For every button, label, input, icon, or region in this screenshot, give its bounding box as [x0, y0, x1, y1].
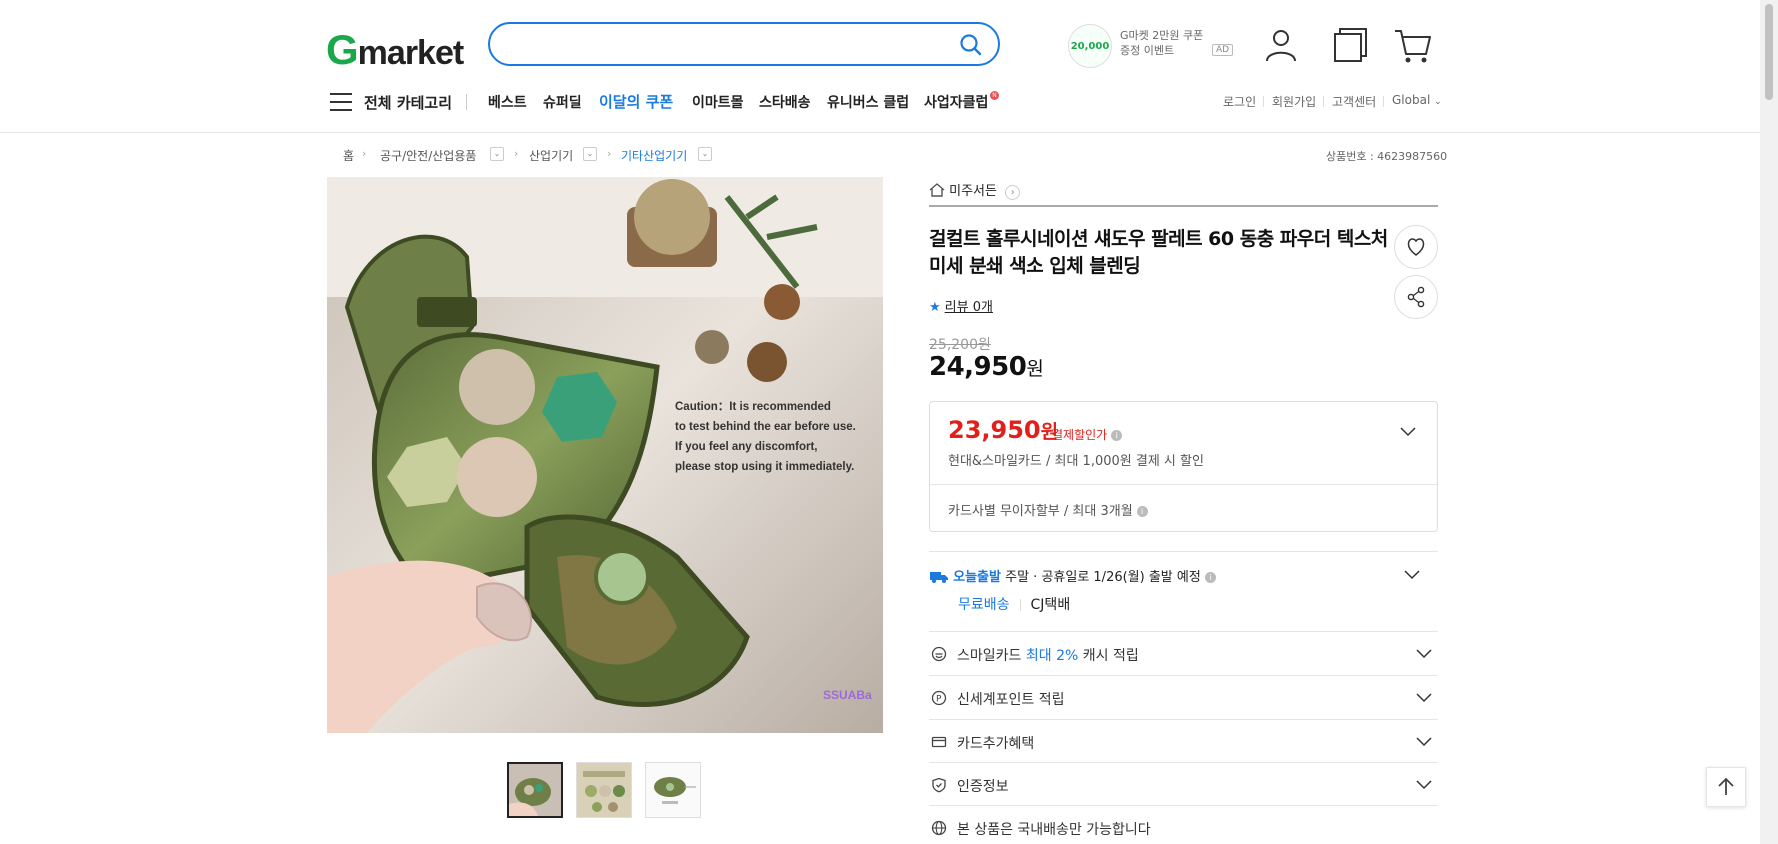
discount-tag: 결제할인가 i	[1052, 426, 1123, 443]
chevron-down-icon[interactable]	[1404, 567, 1420, 581]
coupon-icon: 20,000	[1068, 24, 1112, 68]
ad-line-2: 증정 이벤트	[1120, 44, 1175, 57]
point-icon: P	[931, 690, 947, 706]
arrow-up-icon	[1718, 777, 1734, 795]
chevron-down-icon	[1416, 690, 1432, 708]
globe-icon	[931, 820, 947, 836]
review-count: 리뷰 0개	[944, 300, 993, 315]
image-caption-line: please stop using it immediately.	[675, 461, 854, 473]
chevron-down-icon	[1416, 734, 1432, 752]
courier: CJ택배	[1030, 597, 1071, 613]
shipping-info: 오늘출발 주말 · 공휴일로 1/26(월) 출발 예정 i	[929, 566, 1216, 588]
chevron-right-icon: ›	[514, 147, 519, 160]
thumbnail-1[interactable]	[507, 762, 563, 818]
image-caption-line: Caution：It is recommended	[675, 401, 831, 413]
breadcrumb-dropdown-icon[interactable]: ⌄	[583, 147, 597, 161]
chevron-right-icon: ›	[362, 147, 367, 160]
ad-line-1: G마켓 2만원 쿠폰	[1120, 29, 1204, 42]
shipping-schedule: 주말 · 공휴일로 1/26(월) 출발 예정	[1005, 570, 1201, 585]
share-icon[interactable]	[1394, 275, 1438, 319]
search-input[interactable]	[510, 33, 930, 55]
nav-item-best[interactable]: 베스트	[488, 92, 527, 112]
nav-divider	[466, 94, 467, 110]
hamburger-icon	[330, 93, 352, 111]
image-watermark: SSUABa	[823, 688, 872, 702]
shipping-method: 무료배송 CJ택배	[958, 594, 1070, 614]
nav-item-business-club[interactable]: 사업자클럽	[924, 92, 988, 112]
wishlist-heart-icon[interactable]	[1394, 225, 1438, 269]
product-main-image[interactable]: Caution：It is recommended to test behind…	[327, 177, 883, 733]
breadcrumb-home[interactable]: 홈	[343, 147, 354, 164]
image-caption-line: to test behind the ear before use.	[675, 421, 856, 433]
home-icon	[929, 183, 945, 201]
search-bar[interactable]	[488, 22, 1000, 66]
nav-item-superdeal[interactable]: 슈퍼딜	[543, 92, 582, 112]
login-link[interactable]: 로그인	[1223, 93, 1256, 110]
chevron-down-icon	[1416, 777, 1432, 795]
breadcrumb-dropdown-icon[interactable]: ⌄	[490, 147, 504, 161]
cart-icon[interactable]	[1394, 26, 1432, 64]
nav-item-monthly-coupon[interactable]: 이달의 쿠폰	[599, 91, 673, 112]
smile-icon	[931, 646, 947, 662]
chevron-down-icon: ⌄	[1434, 97, 1442, 107]
global-dropdown[interactable]: Global ⌄	[1392, 93, 1442, 107]
customer-center-link[interactable]: 고객센터	[1332, 93, 1376, 110]
seller-link[interactable]: 미주서든 ›	[929, 180, 1021, 201]
chevron-down-icon[interactable]	[1400, 424, 1416, 438]
my-account-icon[interactable]	[1262, 26, 1300, 64]
thumbnail-3[interactable]	[645, 762, 701, 818]
all-categories-label: 전체 카테고리	[364, 94, 453, 112]
recent-items-icon[interactable]	[1332, 26, 1370, 64]
breadcrumb-item[interactable]: 산업기기	[529, 147, 573, 164]
review-link[interactable]: ★ 리뷰 0개	[929, 296, 993, 315]
new-badge: N	[990, 91, 999, 100]
signup-link[interactable]: 회원가입	[1272, 93, 1316, 110]
nav-item-universe-club[interactable]: 유니버스 클럽	[827, 92, 909, 112]
benefit-ssg-point[interactable]: P 신세계포인트 적립	[929, 678, 1438, 718]
product-number: 상품번호 : 4623987560	[1326, 150, 1448, 163]
sale-price: 24,950원	[929, 352, 1044, 382]
card-discount-desc: 현대&스마일카드 / 최대 1,000원 결제 시 할인	[948, 454, 1204, 469]
ad-badge: AD	[1212, 44, 1234, 56]
thumbnail-2[interactable]	[576, 762, 632, 818]
benefit-smile-card[interactable]: 스마일카드 최대 2% 캐시 적립	[929, 634, 1438, 674]
nav-item-emart[interactable]: 이마트몰	[692, 92, 744, 112]
image-caption-line: If you feel any discomfort,	[675, 441, 818, 453]
info-icon[interactable]: i	[1111, 430, 1123, 441]
header-divider	[0, 132, 1760, 133]
chevron-right-icon: ›	[1005, 185, 1021, 200]
benefit-card-extra[interactable]: 카드추가혜택	[929, 722, 1438, 762]
product-title: 걸컬트 홀루시네이션 섀도우 팔레트 60 동충 파우더 텍스처 미세 분쇄 색…	[929, 228, 1388, 277]
today-shipping-label: 오늘출발	[953, 570, 1001, 585]
scroll-to-top-button[interactable]	[1706, 767, 1746, 807]
nav-item-star-delivery[interactable]: 스타배송	[759, 92, 811, 112]
scrollbar[interactable]	[1760, 0, 1778, 844]
card-discount-box[interactable]: 23,950원 결제할인가 i 현대&스마일카드 / 최대 1,000원 결제 시…	[929, 401, 1438, 532]
domestic-shipping-notice: 본 상품은 국내배송만 가능합니다	[929, 808, 1438, 844]
info-icon[interactable]: i	[1136, 506, 1148, 517]
truck-icon	[929, 568, 949, 588]
seller-divider	[929, 205, 1438, 207]
seller-name: 미주서든	[949, 184, 997, 199]
ad-coupon-banner[interactable]: 20,000 G마켓 2만원 쿠폰 증정 이벤트 AD	[1068, 22, 1234, 68]
benefit-certification[interactable]: 인증정보	[929, 765, 1438, 805]
shield-check-icon	[931, 777, 947, 793]
card-icon	[931, 734, 947, 750]
chevron-down-icon	[1416, 646, 1432, 664]
free-shipping: 무료배송	[958, 597, 1010, 613]
gmarket-logo[interactable]: Gmarket	[326, 26, 464, 74]
discount-price: 23,950원	[948, 416, 1059, 444]
search-icon[interactable]	[958, 32, 984, 58]
svg-text:P: P	[936, 695, 942, 705]
breadcrumb-dropdown-icon[interactable]: ⌄	[698, 147, 712, 161]
installment-info: 카드사별 무이자할부 / 최대 3개월 i	[948, 500, 1148, 519]
breadcrumb-current[interactable]: 기타산업기기	[621, 147, 687, 164]
original-price: 25,200원	[929, 337, 991, 353]
info-icon[interactable]: i	[1204, 572, 1216, 583]
chevron-right-icon: ›	[607, 147, 612, 160]
star-icon: ★	[929, 300, 941, 315]
breadcrumb-item[interactable]: 공구/안전/산업용품	[380, 147, 476, 164]
scrollbar-thumb[interactable]	[1765, 4, 1773, 100]
